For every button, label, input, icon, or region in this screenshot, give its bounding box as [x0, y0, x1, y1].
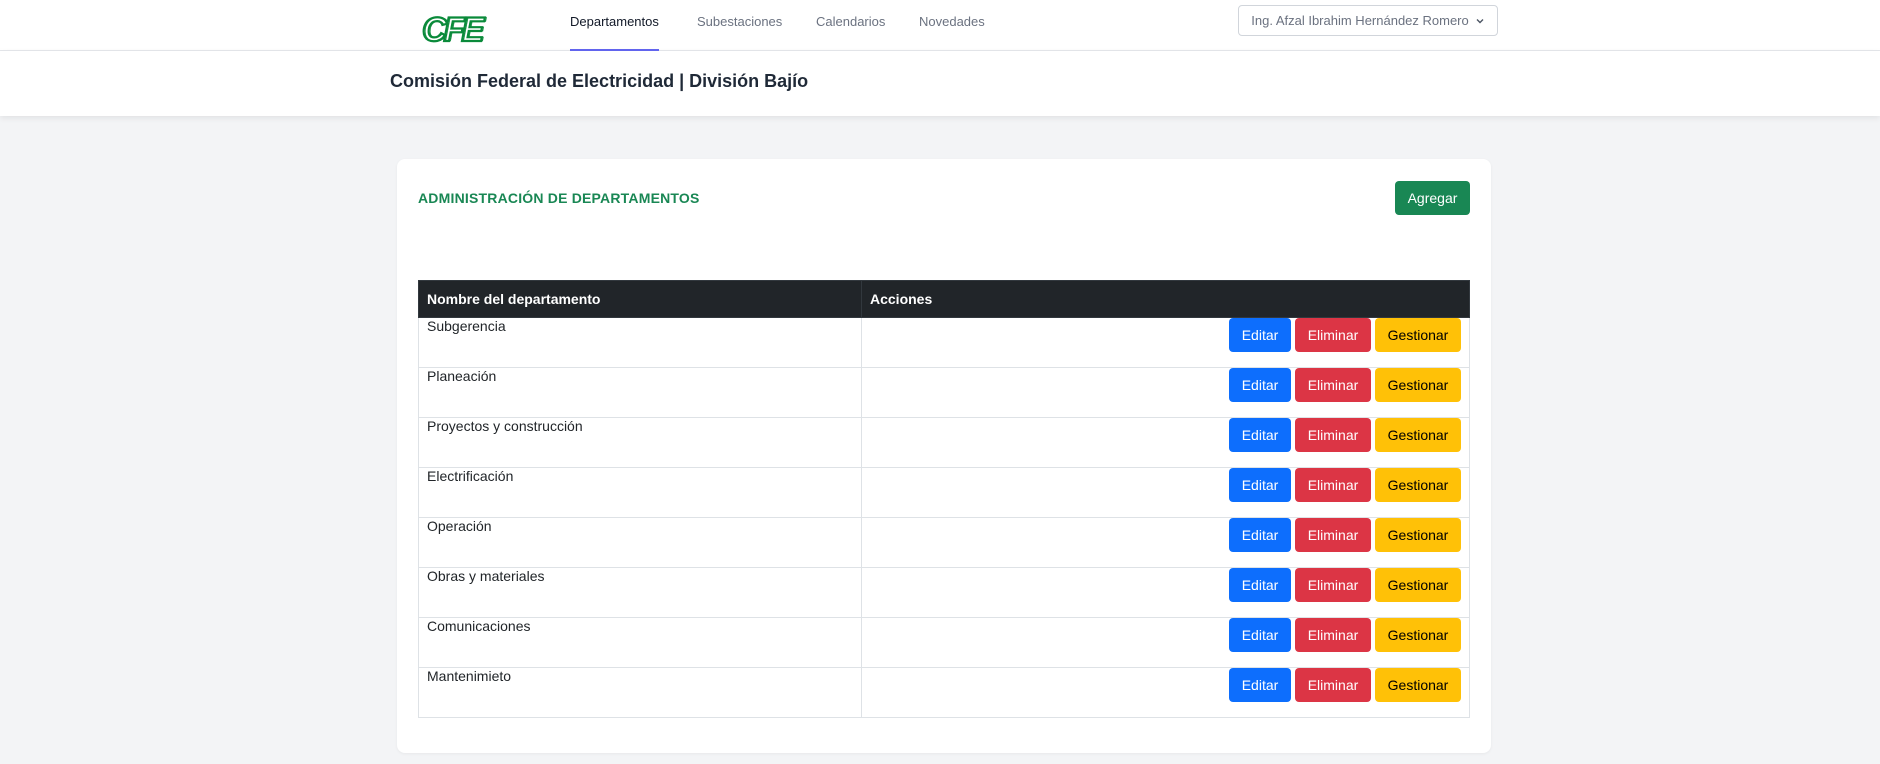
row-actions: Editar Eliminar Gestionar	[861, 567, 1470, 618]
edit-button[interactable]: Editar	[1229, 468, 1291, 502]
svg-text:CFE: CFE	[424, 11, 487, 49]
manage-button[interactable]: Gestionar	[1375, 618, 1461, 652]
department-name: Obras y materiales	[418, 567, 862, 618]
edit-button[interactable]: Editar	[1229, 318, 1291, 352]
edit-button[interactable]: Editar	[1229, 618, 1291, 652]
department-name: Proyectos y construcción	[418, 417, 862, 468]
edit-button[interactable]: Editar	[1229, 368, 1291, 402]
manage-button[interactable]: Gestionar	[1375, 468, 1461, 502]
department-name: Electrificación	[418, 467, 862, 518]
table-row: Comunicaciones Editar Eliminar Gestionar	[418, 617, 1470, 668]
department-name: Subgerencia	[418, 317, 862, 368]
page-header: Comisión Federal de Electricidad | Divis…	[0, 51, 1880, 116]
user-name: Ing. Afzal Ibrahim Hernández Romero	[1251, 13, 1469, 28]
department-name: Planeación	[418, 367, 862, 418]
cfe-logo[interactable]: CFE CFE	[420, 8, 504, 50]
manage-button[interactable]: Gestionar	[1375, 668, 1461, 702]
top-navbar: CFE CFE Departamentos Subestaciones Cale…	[0, 0, 1880, 51]
nav-novedades[interactable]: Novedades	[919, 0, 985, 51]
edit-button[interactable]: Editar	[1229, 668, 1291, 702]
manage-button[interactable]: Gestionar	[1375, 518, 1461, 552]
chevron-down-icon	[1476, 18, 1484, 23]
edit-button[interactable]: Editar	[1229, 418, 1291, 452]
delete-button[interactable]: Eliminar	[1295, 518, 1371, 552]
column-header-name: Nombre del departamento	[418, 280, 862, 318]
row-actions: Editar Eliminar Gestionar	[861, 517, 1470, 568]
department-name: Operación	[418, 517, 862, 568]
nav-departamentos[interactable]: Departamentos	[570, 0, 659, 51]
manage-button[interactable]: Gestionar	[1375, 318, 1461, 352]
row-actions: Editar Eliminar Gestionar	[861, 317, 1470, 368]
card-title: ADMINISTRACIÓN DE DEPARTAMENTOS	[418, 190, 700, 206]
delete-button[interactable]: Eliminar	[1295, 318, 1371, 352]
department-name: Mantenimieto	[418, 667, 862, 718]
edit-button[interactable]: Editar	[1229, 568, 1291, 602]
table-header-row: Nombre del departamento Acciones	[418, 280, 1470, 318]
delete-button[interactable]: Eliminar	[1295, 468, 1371, 502]
edit-button[interactable]: Editar	[1229, 518, 1291, 552]
table-row: Operación Editar Eliminar Gestionar	[418, 517, 1470, 568]
nav-subestaciones[interactable]: Subestaciones	[697, 0, 782, 51]
column-header-actions: Acciones	[861, 280, 1470, 318]
table-row: Obras y materiales Editar Eliminar Gestiona…	[418, 567, 1470, 618]
user-menu-dropdown[interactable]: Ing. Afzal Ibrahim Hernández Romero	[1238, 5, 1498, 36]
row-actions: Editar Eliminar Gestionar	[861, 417, 1470, 468]
delete-button[interactable]: Eliminar	[1295, 568, 1371, 602]
departments-table: Nombre del departamento Acciones Subgere…	[418, 280, 1470, 718]
delete-button[interactable]: Eliminar	[1295, 418, 1371, 452]
manage-button[interactable]: Gestionar	[1375, 568, 1461, 602]
manage-button[interactable]: Gestionar	[1375, 418, 1461, 452]
table-row: Planeación Editar Eliminar Gestionar	[418, 367, 1470, 418]
delete-button[interactable]: Eliminar	[1295, 668, 1371, 702]
manage-button[interactable]: Gestionar	[1375, 368, 1461, 402]
page-title: Comisión Federal de Electricidad | Divis…	[390, 71, 809, 91]
delete-button[interactable]: Eliminar	[1295, 368, 1371, 402]
departments-card: ADMINISTRACIÓN DE DEPARTAMENTOS Agregar …	[397, 159, 1491, 753]
table-row: Electrificación Editar Eliminar Gestionar	[418, 467, 1470, 518]
row-actions: Editar Eliminar Gestionar	[861, 467, 1470, 518]
nav-calendarios[interactable]: Calendarios	[816, 0, 885, 51]
table-row: Subgerencia Editar Eliminar Gestionar	[418, 317, 1470, 368]
row-actions: Editar Eliminar Gestionar	[861, 367, 1470, 418]
row-actions: Editar Eliminar Gestionar	[861, 667, 1470, 718]
table-row: Proyectos y construcción Editar Eliminar Ge…	[418, 417, 1470, 468]
add-button[interactable]: Agregar	[1395, 181, 1470, 215]
row-actions: Editar Eliminar Gestionar	[861, 617, 1470, 668]
delete-button[interactable]: Eliminar	[1295, 618, 1371, 652]
table-row: Mantenimieto Editar Eliminar Gestionar	[418, 667, 1470, 718]
department-name: Comunicaciones	[418, 617, 862, 668]
